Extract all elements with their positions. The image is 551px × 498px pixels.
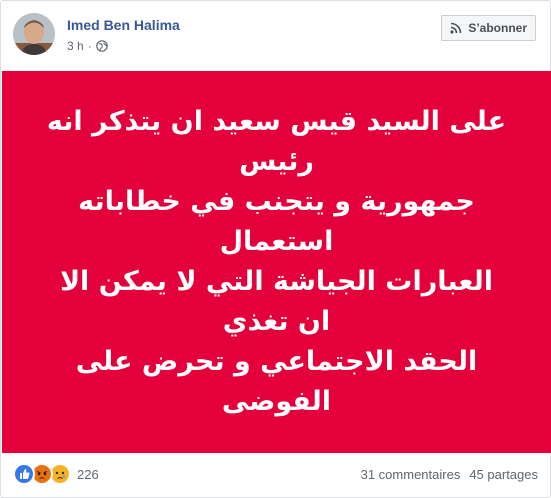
post-meta: 3 h ·	[67, 39, 108, 53]
post-footer: 226 31 commentaires 45 partages	[13, 461, 538, 487]
shares-count-link[interactable]: 45 partages	[469, 467, 538, 482]
post-text-banner[interactable]: على السيد قيس سعيد ان يتذكر انه رئيس جمه…	[2, 71, 551, 453]
post-text: على السيد قيس سعيد ان يتذكر انه رئيس جمه…	[42, 102, 512, 422]
follow-label: S’abonner	[468, 21, 527, 35]
like-icon	[13, 463, 35, 485]
post-text-line: الحقد الاجتماعي و تحرض على الفوضى	[75, 346, 478, 417]
follow-button[interactable]: S’abonner	[441, 15, 536, 41]
post-header: Imed Ben Halima 3 h · S’abonner	[13, 13, 538, 57]
author-avatar[interactable]	[13, 13, 55, 55]
meta-separator: ·	[87, 39, 92, 53]
comments-count-link[interactable]: 31 commentaires	[361, 467, 461, 482]
post-time[interactable]: 3 h	[67, 39, 84, 53]
avatar-image	[13, 13, 55, 55]
post-text-line: جمهورية و يتجنب في خطاباته استعمال	[78, 186, 475, 257]
author-name[interactable]: Imed Ben Halima	[67, 17, 180, 33]
reaction-count: 226	[77, 466, 99, 482]
post-text-line: العبارات الجياشة التي لا يمكن الا ان تغذ…	[59, 266, 494, 337]
rss-icon	[450, 22, 462, 34]
reactions-summary[interactable]: 226	[13, 463, 99, 485]
post-text-line: على السيد قيس سعيد ان يتذكر انه رئيس	[46, 106, 507, 177]
globe-icon	[95, 40, 108, 52]
post-card: Imed Ben Halima 3 h · S’abonner على السي…	[0, 0, 551, 498]
